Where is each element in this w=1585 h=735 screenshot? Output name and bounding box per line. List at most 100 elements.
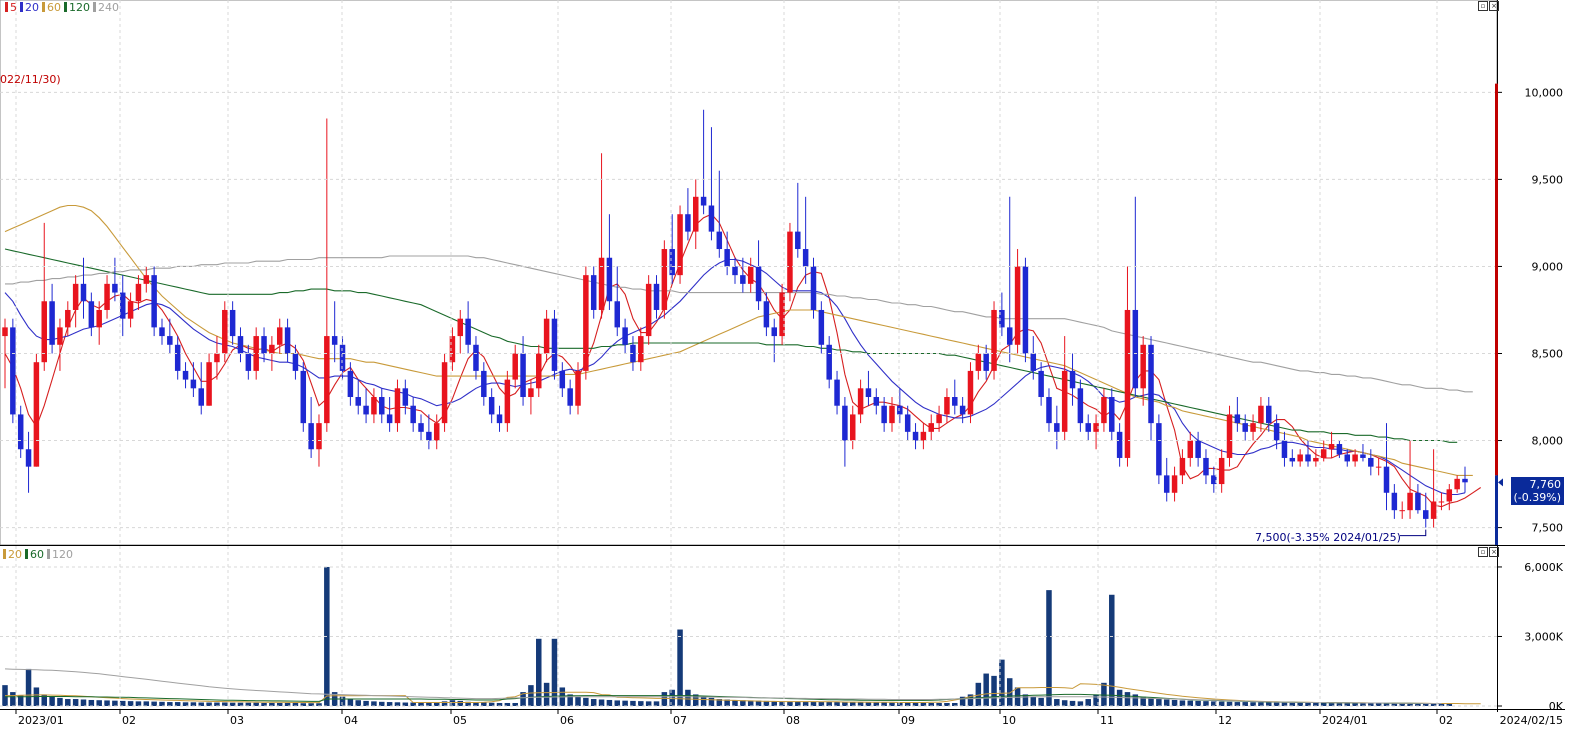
candle-body — [952, 397, 958, 406]
candle-body — [716, 231, 723, 250]
legend-label-ma-60[interactable]: 60 — [47, 1, 61, 14]
price-pane[interactable] — [2, 109, 1482, 528]
volume-bar — [198, 702, 204, 706]
volume-bar — [1069, 700, 1076, 706]
candle-body — [991, 309, 997, 371]
volume-bar — [371, 701, 377, 706]
legend-swatch — [64, 2, 67, 12]
volume-bar — [802, 701, 809, 706]
stock-chart[interactable]: 7,500 8,000 8,500 9,000 9,500 10,000 0K 3,000K 6… — [0, 0, 1585, 735]
axes: 7,500 8,000 8,500 9,000 9,500 10,000 0K 3,000K 6… — [0, 0, 1565, 727]
volume-bar — [661, 692, 668, 706]
candle-body — [261, 336, 267, 354]
month-tick-label: 2023/01 — [18, 714, 64, 727]
candle-body — [198, 388, 204, 406]
maximize-icon[interactable]: ▫ — [1478, 547, 1488, 557]
candle-body — [190, 379, 197, 389]
range-bar-down — [1495, 475, 1498, 545]
candle-body — [1132, 309, 1139, 389]
close-icon[interactable]: × — [1489, 1, 1499, 11]
candle-body — [1085, 423, 1091, 432]
candle-body — [1022, 266, 1029, 354]
candle-body — [575, 370, 581, 406]
candle-body — [567, 388, 573, 406]
legend-label-ma-20[interactable]: 20 — [25, 1, 39, 14]
legend-swatch — [93, 2, 96, 12]
volume-tick-label: 6,000K — [1524, 561, 1563, 574]
candle-body — [1430, 501, 1437, 519]
candle-body — [1030, 353, 1037, 371]
month-tick-label: 06 — [560, 714, 574, 727]
candle-body — [638, 336, 644, 363]
candle-body — [583, 275, 589, 371]
candle-body — [127, 301, 134, 319]
volume-bar — [1163, 699, 1170, 706]
candle-body — [1352, 454, 1358, 462]
candle-body — [10, 327, 16, 415]
legend-swatch — [20, 2, 23, 12]
candle-body — [504, 379, 511, 424]
candle-body — [488, 397, 495, 415]
candle-body — [2, 327, 8, 337]
volume-bar — [583, 697, 589, 706]
candle-body — [72, 283, 79, 310]
volume-ma-legend: 20 60 120 — [0, 548, 73, 561]
volume-bar — [1061, 700, 1068, 706]
candle-body — [747, 266, 754, 284]
volume-bar — [363, 700, 369, 706]
volume-bar — [700, 696, 707, 706]
range-bar-up — [1495, 83, 1498, 476]
candle-body — [1438, 501, 1445, 503]
candle-body — [496, 414, 503, 424]
candle-body — [473, 344, 479, 371]
candle-body — [1273, 423, 1280, 441]
candle-body — [1234, 414, 1241, 424]
close-icon[interactable]: × — [1489, 547, 1499, 557]
candle-body — [1179, 457, 1186, 476]
volume-bar — [355, 700, 361, 706]
maximize-icon[interactable]: ▫ — [1478, 1, 1488, 11]
candle-body — [661, 249, 668, 310]
volume-bar — [1077, 701, 1084, 706]
volume-bar — [159, 701, 165, 706]
volume-bar — [708, 697, 715, 706]
candle-body — [237, 336, 244, 354]
volume-bar — [991, 675, 997, 706]
legend-label-vol-ma-120[interactable]: 120 — [52, 548, 73, 561]
candle-body — [49, 301, 55, 345]
price-tick-label: 8,500 — [1532, 347, 1564, 360]
volume-bar — [630, 700, 636, 706]
volume-bar — [457, 700, 464, 706]
candle-body — [1038, 370, 1044, 398]
month-tick-label: 10 — [1002, 714, 1016, 727]
candle-body — [80, 283, 87, 302]
volume-bar — [590, 699, 597, 706]
candle-body — [857, 388, 864, 415]
candle-body — [771, 327, 777, 337]
candle-body — [1258, 405, 1264, 424]
candle-body — [1344, 454, 1351, 462]
legend-label-ma-5[interactable]: 5 — [10, 1, 17, 14]
volume-bar — [214, 702, 220, 706]
volume-bar — [842, 702, 848, 706]
candle-body — [426, 431, 432, 441]
candle-body — [433, 423, 440, 441]
candle-body — [1313, 457, 1319, 462]
candle-body — [1061, 370, 1068, 432]
candle-body — [889, 405, 895, 424]
candle-body — [1407, 492, 1413, 511]
legend-label-ma-120[interactable]: 120 — [69, 1, 90, 14]
month-tick-label: 03 — [230, 714, 244, 727]
legend-label-vol-ma-20[interactable]: 20 — [8, 548, 22, 561]
legend-label-ma-240[interactable]: 240 — [98, 1, 119, 14]
volume-bar — [386, 702, 393, 706]
candle-body — [512, 353, 518, 380]
candle-body — [245, 353, 252, 371]
candle-body — [1077, 388, 1084, 424]
volume-bar — [151, 701, 157, 706]
month-tick-label: 07 — [673, 714, 687, 727]
candle-body — [1148, 344, 1154, 424]
candle-body — [347, 370, 354, 398]
legend-label-vol-ma-60[interactable]: 60 — [30, 548, 44, 561]
volume-bar — [873, 702, 880, 706]
